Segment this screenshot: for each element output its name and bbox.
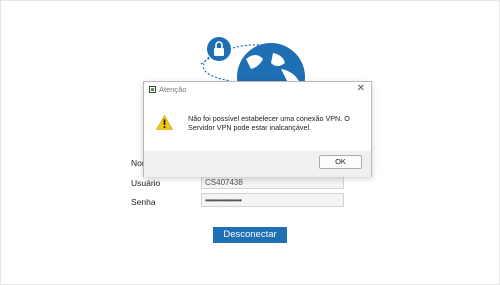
- warning-icon: [156, 115, 173, 130]
- disconnect-button[interactable]: Desconectar: [213, 227, 287, 243]
- lock-icon: [207, 37, 231, 61]
- dialog-message: Não foi possível estabelecer uma conexão…: [188, 114, 350, 132]
- dialog-footer: OK: [144, 151, 371, 177]
- password-field[interactable]: ••••••••••••••••••••: [201, 193, 344, 207]
- vpn-illustration: [161, 29, 341, 89]
- user-label: Usuário: [131, 178, 161, 188]
- user-field[interactable]: CS407438: [201, 175, 344, 189]
- dialog-title: Atenção: [159, 85, 187, 94]
- ok-button[interactable]: OK: [319, 155, 362, 169]
- close-icon[interactable]: ✕: [357, 83, 365, 95]
- app-window: Nome Usuário CS407438 Senha ••••••••••••…: [0, 0, 500, 285]
- dialog-titlebar[interactable]: Atenção ✕: [144, 82, 371, 98]
- alert-dialog: Atenção ✕ Não foi possível estabelecer u…: [143, 81, 372, 177]
- app-icon: [149, 86, 156, 93]
- dialog-body: Não foi possível estabelecer uma conexão…: [144, 98, 371, 151]
- password-label: Senha: [131, 197, 156, 207]
